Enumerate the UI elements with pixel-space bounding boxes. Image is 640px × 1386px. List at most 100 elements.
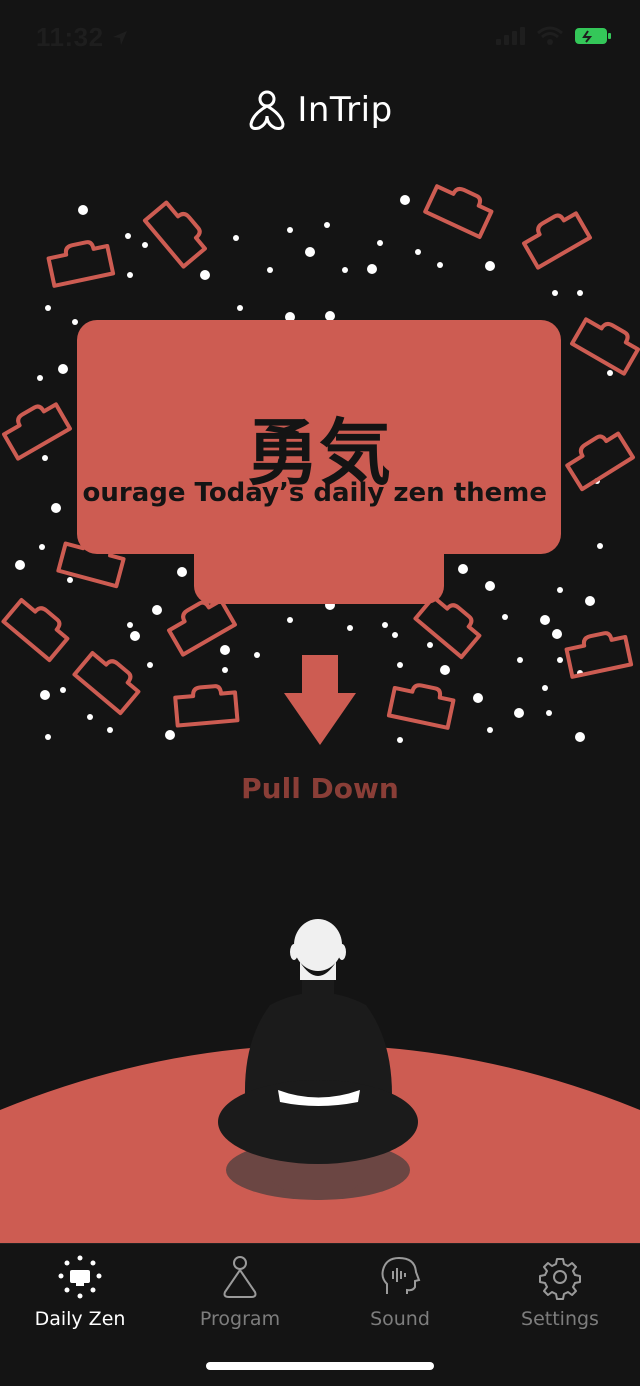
location-arrow-icon bbox=[113, 31, 128, 45]
particle-dot bbox=[392, 632, 398, 638]
floating-tray-shape bbox=[173, 684, 240, 728]
particle-dot bbox=[142, 242, 148, 248]
particle-dot bbox=[607, 370, 613, 376]
floating-tray-shape bbox=[72, 651, 141, 716]
particle-dot bbox=[540, 615, 550, 625]
particle-dot bbox=[39, 544, 45, 550]
particle-dot bbox=[342, 267, 348, 273]
particle-dot bbox=[557, 587, 563, 593]
particle-dot bbox=[347, 625, 353, 631]
particle-dot bbox=[147, 662, 153, 668]
particle-dot bbox=[400, 195, 410, 205]
particle-dot bbox=[427, 642, 433, 648]
particle-dot bbox=[37, 375, 43, 381]
monk-figure bbox=[218, 919, 418, 1164]
particle-dot bbox=[415, 249, 421, 255]
particle-dot bbox=[287, 227, 293, 233]
particle-dot bbox=[127, 622, 133, 628]
particle-dot bbox=[165, 730, 175, 740]
floating-tray-shape bbox=[423, 184, 494, 239]
tab-label: Program bbox=[199, 1308, 281, 1330]
particle-dot bbox=[267, 267, 273, 273]
daily-zen-icon bbox=[58, 1255, 102, 1299]
tab-daily-zen[interactable]: Daily Zen bbox=[0, 1254, 160, 1338]
head-sound-icon bbox=[381, 1256, 421, 1294]
particle-dot bbox=[220, 645, 230, 655]
particle-dot bbox=[485, 581, 495, 591]
floating-tray-shape bbox=[565, 431, 635, 492]
particle-dot bbox=[87, 714, 93, 720]
particle-dot bbox=[15, 560, 25, 570]
floating-tray-shape bbox=[386, 683, 456, 730]
meditation-scene bbox=[0, 919, 640, 1243]
particle-dot bbox=[437, 262, 443, 268]
particle-dot bbox=[440, 665, 450, 675]
tab-sound[interactable]: Sound bbox=[320, 1254, 480, 1338]
particle-dot bbox=[58, 364, 68, 374]
tab-program[interactable]: Program bbox=[160, 1254, 320, 1338]
particle-dot bbox=[382, 622, 388, 628]
particle-dot bbox=[60, 687, 66, 693]
particle-dot bbox=[152, 605, 162, 615]
tab-settings[interactable]: Settings bbox=[480, 1254, 640, 1338]
particle-dot bbox=[45, 734, 51, 740]
tab-label: Settings bbox=[521, 1308, 599, 1330]
floating-tray-shape bbox=[1, 598, 70, 663]
particle-dot bbox=[177, 567, 187, 577]
intrip-logo-icon bbox=[249, 90, 285, 130]
battery-icon bbox=[575, 28, 611, 44]
particle-dot bbox=[517, 657, 523, 663]
particle-dot bbox=[577, 290, 583, 296]
particle-dot bbox=[552, 290, 558, 296]
particle-dot bbox=[233, 235, 239, 241]
particle-dot bbox=[324, 222, 330, 228]
gear-icon bbox=[539, 1258, 581, 1300]
particle-dot bbox=[67, 577, 73, 583]
status-time: 11:32 bbox=[36, 22, 129, 53]
particle-dot bbox=[125, 233, 131, 239]
particle-dot bbox=[458, 564, 468, 574]
particle-dot bbox=[287, 617, 293, 623]
particle-dot bbox=[552, 629, 562, 639]
particle-dot bbox=[502, 614, 508, 620]
particle-dot bbox=[397, 737, 403, 743]
time-text: 11:32 bbox=[36, 22, 104, 52]
app-title: InTrip bbox=[297, 90, 393, 130]
particle-dot bbox=[597, 543, 603, 549]
home-indicator[interactable] bbox=[206, 1362, 434, 1370]
signal-icon bbox=[496, 27, 525, 45]
particle-dot bbox=[377, 240, 383, 246]
particle-dot bbox=[130, 631, 140, 641]
wifi-icon bbox=[537, 26, 563, 45]
daily-theme-card[interactable]: 勇気 ourage Today’s daily zen theme bbox=[77, 320, 561, 554]
particle-dot bbox=[485, 261, 495, 271]
floating-tray-shape bbox=[522, 211, 592, 270]
particle-dot bbox=[542, 685, 548, 691]
particle-dot bbox=[514, 708, 524, 718]
particle-dot bbox=[557, 657, 563, 663]
particle-dot bbox=[40, 690, 50, 700]
pull-down-label: Pull Down bbox=[241, 772, 399, 805]
particle-dot bbox=[72, 319, 78, 325]
particle-dot bbox=[305, 247, 315, 257]
floating-tray-shape bbox=[142, 200, 207, 269]
particle-dot bbox=[575, 732, 585, 742]
tab-label: Daily Zen bbox=[34, 1308, 126, 1330]
floating-tray-shape bbox=[2, 402, 72, 461]
particle-dot bbox=[487, 727, 493, 733]
particle-dot bbox=[473, 693, 483, 703]
particle-dot bbox=[585, 596, 595, 606]
particle-dot bbox=[254, 652, 260, 658]
particle-dot bbox=[397, 662, 403, 668]
pull-down-arrow-icon bbox=[284, 655, 356, 745]
particle-dot bbox=[237, 305, 243, 311]
app-header: InTrip bbox=[0, 88, 640, 132]
particle-dot bbox=[42, 455, 48, 461]
particle-dot bbox=[546, 710, 552, 716]
particle-dot bbox=[367, 264, 377, 274]
particle-dot bbox=[107, 727, 113, 733]
particle-dot bbox=[127, 272, 133, 278]
floating-tray-shape bbox=[564, 631, 634, 679]
tab-label: Sound bbox=[370, 1308, 430, 1330]
meditation-person-icon bbox=[223, 1256, 257, 1298]
